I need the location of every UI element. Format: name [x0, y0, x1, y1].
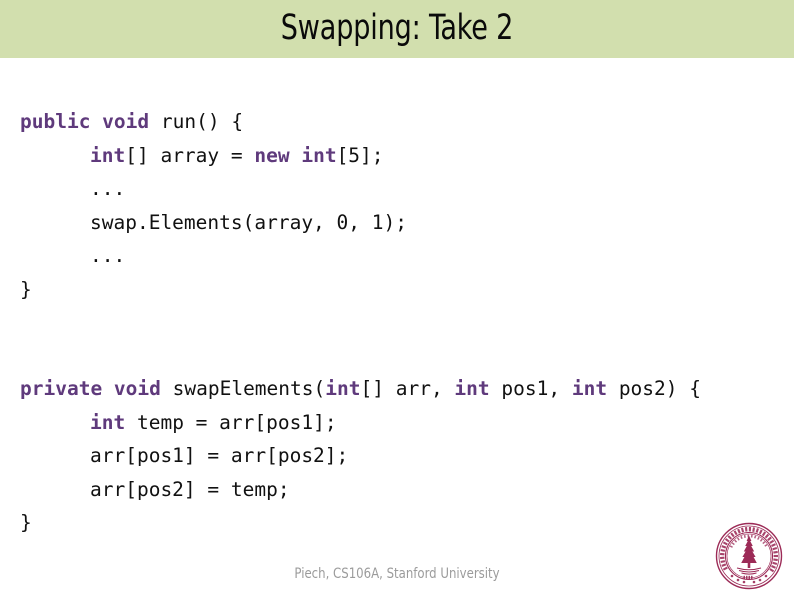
- code-text: }: [20, 277, 32, 301]
- code-line: arr[pos2] = temp;: [20, 473, 780, 507]
- code-text: swapElements(: [160, 377, 326, 400]
- slide-canvas: Swapping: Take 2 public void run() {int[…: [0, 0, 794, 595]
- code-text: }: [20, 511, 32, 534]
- code-text: pos2) {: [607, 377, 701, 400]
- code-block-container: public void run() {int[] array = new int…: [20, 105, 780, 540]
- code-line: int[] array = new int[5];: [20, 139, 780, 173]
- page-title: Swapping: Take 2: [280, 8, 514, 48]
- code-line: }: [20, 273, 780, 307]
- code-text: temp = arr[pos1];: [125, 410, 337, 434]
- code-keyword: int: [325, 377, 361, 400]
- code-text: ...: [90, 244, 126, 267]
- code-text: [5];: [336, 143, 384, 167]
- code-keyword: int: [90, 410, 126, 434]
- code-line: }: [20, 506, 780, 540]
- code-line: swap.Elements(array, 0, 1);: [20, 206, 780, 240]
- code-keyword: private void: [20, 377, 161, 400]
- code-line: ...: [20, 239, 780, 273]
- code-keyword: int: [571, 377, 608, 400]
- code-text: pos1,: [489, 377, 572, 400]
- code-text: [] array =: [125, 143, 255, 167]
- code-keyword: new int: [254, 143, 337, 167]
- footer-attribution: Piech, CS106A, Stanford University: [294, 566, 500, 582]
- code-block-run-method: public void run() {int[] array = new int…: [20, 105, 780, 306]
- code-text: arr[pos1] = arr[pos2];: [90, 444, 349, 467]
- code-line: ...: [20, 172, 780, 206]
- code-line: arr[pos1] = arr[pos2];: [20, 439, 780, 473]
- code-text: arr[pos2] = temp;: [90, 477, 290, 501]
- code-text: ...: [90, 177, 126, 200]
- code-keyword: int: [454, 377, 490, 400]
- code-block-gap: [20, 306, 780, 372]
- code-keyword: public void: [20, 110, 150, 133]
- code-line: private void swapElements(int[] arr, int…: [20, 372, 780, 406]
- code-text: run() {: [149, 110, 244, 133]
- code-text: [] arr,: [360, 377, 455, 400]
- stanford-seal-icon: [715, 522, 783, 590]
- code-keyword: int: [90, 143, 126, 167]
- code-text: swap.Elements(array, 0, 1);: [90, 210, 407, 234]
- stanford-seal-logo: [715, 522, 783, 590]
- code-block-swap-elements-method: private void swapElements(int[] arr, int…: [20, 372, 780, 540]
- code-line: int temp = arr[pos1];: [20, 406, 780, 440]
- code-line: public void run() {: [20, 105, 780, 139]
